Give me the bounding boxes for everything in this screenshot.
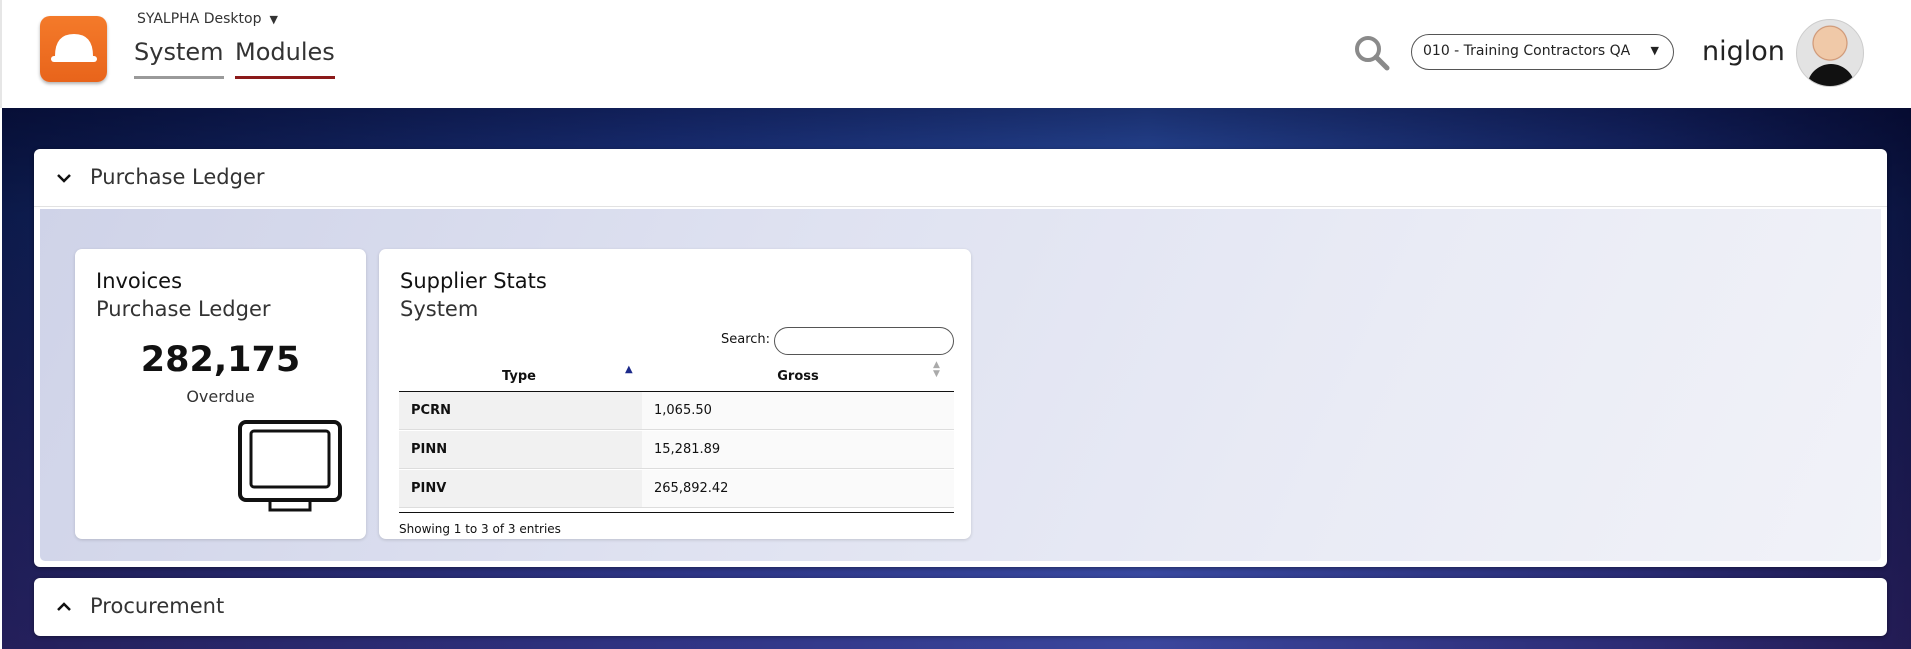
card-subtitle: Purchase Ledger [96,297,271,321]
main-content: Purchase Ledger Invoices Purchase Ledger… [2,108,1911,649]
type-cell: PINN [399,431,642,468]
top-header: SYALPHA Desktop ▼ System Modules 010 - Tr… [0,0,1911,108]
hard-hat-icon [51,34,97,62]
panel-header[interactable]: Purchase Ledger [34,149,1887,207]
type-cell: PINV [399,470,642,507]
search-label: Search: [721,332,771,347]
card-subtitle: System [400,297,479,321]
avatar[interactable] [1796,19,1864,87]
table-row[interactable]: PCRN 1,065.50 [399,392,954,430]
monitor-icon [238,420,342,512]
hard-hat-logo[interactable] [40,16,107,82]
gross-cell: 15,281.89 [642,431,954,468]
sort-both-icon[interactable]: ▲ ▼ [933,361,940,379]
supplier-stats-card: Supplier Stats System Search: Type ▲ Gro… [379,249,971,539]
gross-cell: 1,065.50 [642,392,954,429]
chevron-down-icon [57,174,71,183]
panel-title: Purchase Ledger [90,165,265,189]
sort-ascending-icon[interactable]: ▲ [625,364,633,375]
tab-system[interactable]: System [134,38,224,79]
search-icon [1355,36,1390,71]
gross-cell: 265,892.42 [642,470,954,507]
procurement-panel[interactable]: Procurement [34,578,1887,636]
tab-modules[interactable]: Modules [235,38,335,79]
overdue-label: Overdue [186,387,255,406]
invoices-card[interactable]: Invoices Purchase Ledger 282,175 Overdue [75,249,366,539]
column-header-type[interactable]: Type [399,369,639,384]
app-selector-label: SYALPHA Desktop [137,11,262,27]
caret-down-icon: ▼ [1650,44,1659,57]
table-row[interactable]: PINV 265,892.42 [399,470,954,508]
column-header-gross[interactable]: Gross [642,369,954,384]
table-search-input[interactable] [774,327,954,355]
card-title: Supplier Stats [400,269,547,293]
purchase-ledger-panel: Purchase Ledger Invoices Purchase Ledger… [34,149,1887,567]
table-row[interactable]: PINN 15,281.89 [399,431,954,469]
app-selector[interactable]: SYALPHA Desktop ▼ [137,11,278,27]
table-info: Showing 1 to 3 of 3 entries [399,522,561,536]
company-select-value: 010 - Training Contractors QA [1423,43,1631,59]
overdue-count: 282,175 [140,340,301,380]
username[interactable]: niglon [1702,36,1785,67]
panel-body: Invoices Purchase Ledger 282,175 Overdue… [40,209,1881,561]
table-bottom-border [399,512,954,513]
caret-down-icon: ▼ [269,13,278,26]
search-button[interactable] [1352,33,1392,73]
card-title: Invoices [96,269,183,293]
panel-title: Procurement [90,594,225,618]
chevron-up-icon [57,602,71,611]
type-cell: PCRN [399,392,642,429]
company-select[interactable]: 010 - Training Contractors QA ▼ [1411,34,1674,70]
